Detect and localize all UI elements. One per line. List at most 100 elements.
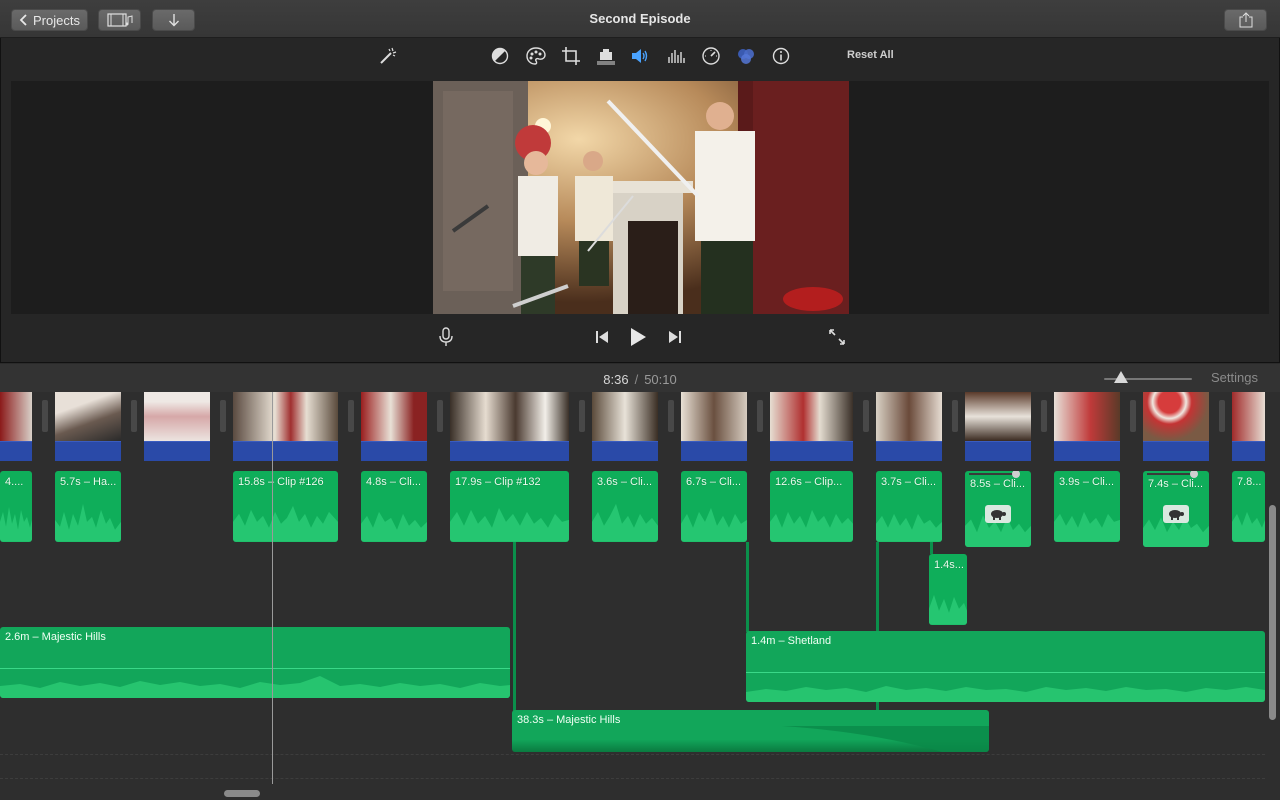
- clip-title-strip: [965, 441, 1031, 461]
- previous-icon[interactable]: [594, 327, 610, 347]
- clip-title-strip: [1232, 441, 1265, 461]
- clip-thumbnail[interactable]: [450, 392, 569, 441]
- music-clip[interactable]: 1.4m – Shetland: [746, 631, 1265, 702]
- waveform: [0, 676, 510, 698]
- transition-marker[interactable]: [863, 400, 869, 432]
- clip-thumbnail[interactable]: [876, 392, 942, 441]
- transition-marker[interactable]: [348, 400, 354, 432]
- viewer-panel: Reset All: [0, 38, 1280, 363]
- audio-clip[interactable]: 5.7s – Ha...: [55, 471, 121, 542]
- transition-marker[interactable]: [220, 400, 226, 432]
- next-icon[interactable]: [667, 327, 683, 347]
- audio-clip[interactable]: 6.7s – Cli...: [681, 471, 747, 542]
- clip-thumbnail[interactable]: [233, 392, 338, 441]
- transition-marker[interactable]: [579, 400, 585, 432]
- transition-marker[interactable]: [437, 400, 443, 432]
- clip-thumbnail[interactable]: [1054, 392, 1120, 441]
- crop-icon[interactable]: [561, 46, 581, 66]
- timeline[interactable]: 4.... 5.7s – Ha... 15.8s – Clip #126 4.8…: [0, 392, 1280, 800]
- audio-clip[interactable]: 17.9s – Clip #132: [450, 471, 569, 542]
- transition-marker[interactable]: [1041, 400, 1047, 432]
- audio-clip[interactable]: 3.7s – Cli...: [876, 471, 942, 542]
- audio-clip[interactable]: 3.6s – Cli...: [592, 471, 658, 542]
- color-palette-icon[interactable]: [526, 46, 546, 66]
- clip-thumbnail[interactable]: [0, 392, 32, 441]
- transition-marker[interactable]: [757, 400, 763, 432]
- clip-label: 3.9s – Cli...: [1059, 476, 1115, 488]
- clip-title-strip: [1143, 441, 1209, 461]
- playhead[interactable]: [272, 392, 273, 784]
- clip-thumbnail[interactable]: [1143, 392, 1209, 441]
- waveform: [1232, 512, 1265, 542]
- clip-label: 6.7s – Cli...: [686, 476, 742, 488]
- waveform: [681, 508, 747, 542]
- transition-marker[interactable]: [42, 400, 48, 432]
- magic-wand-icon[interactable]: [378, 46, 398, 66]
- transition-marker[interactable]: [1130, 400, 1136, 432]
- audio-clip[interactable]: 3.9s – Cli...: [1054, 471, 1120, 542]
- clip-thumbnail[interactable]: [361, 392, 427, 441]
- clip-label: 3.7s – Cli...: [881, 476, 937, 488]
- audio-clip[interactable]: 7.8...: [1232, 471, 1265, 542]
- zoom-slider-knob[interactable]: [1114, 371, 1128, 383]
- equalizer-icon[interactable]: [666, 46, 686, 66]
- audio-clip[interactable]: 4....: [0, 471, 32, 542]
- clip-thumbnail[interactable]: [1232, 392, 1265, 441]
- current-time: 8:36: [603, 372, 629, 387]
- audio-clip[interactable]: 4.8s – Cli...: [361, 471, 427, 542]
- clip-thumbnail[interactable]: [681, 392, 747, 441]
- timecode-separator: /: [634, 372, 639, 387]
- clip-title-strip: [876, 441, 942, 461]
- reset-all-button[interactable]: Reset All: [847, 49, 894, 61]
- transition-marker[interactable]: [668, 400, 674, 432]
- clip-label: 12.6s – Clip...: [775, 476, 843, 488]
- volume-icon[interactable]: [630, 46, 650, 66]
- music-clip[interactable]: 2.6m – Majestic Hills: [0, 627, 510, 698]
- info-icon[interactable]: [771, 46, 791, 66]
- vertical-scrollbar[interactable]: [1269, 505, 1276, 720]
- color-balance-icon[interactable]: [490, 46, 510, 66]
- speed-icon[interactable]: [701, 46, 721, 66]
- clip-thumbnail[interactable]: [770, 392, 853, 441]
- transition-marker[interactable]: [952, 400, 958, 432]
- clip-title-strip: [233, 441, 338, 461]
- turtle-icon: [985, 505, 1011, 523]
- fullscreen-icon[interactable]: [828, 327, 846, 347]
- audio-clip[interactable]: 15.8s – Clip #126: [233, 471, 338, 542]
- clip-label: 7.4s – Cli...: [1148, 478, 1204, 490]
- clip-thumbnail[interactable]: [592, 392, 658, 441]
- clip-label: 1.4s...: [934, 559, 964, 571]
- clip-thumbnail[interactable]: [55, 392, 121, 441]
- stabilization-icon[interactable]: [596, 46, 616, 66]
- window-title: Second Episode: [589, 11, 691, 26]
- clip-title-strip: [144, 441, 210, 461]
- share-icon: [1239, 12, 1252, 28]
- clip-title-strip: [0, 441, 32, 461]
- music-clip[interactable]: 38.3s – Majestic Hills: [512, 710, 989, 752]
- clip-connector: [746, 542, 749, 632]
- detached-audio-clip[interactable]: 1.4s...: [929, 554, 967, 625]
- video-preview[interactable]: [433, 81, 849, 314]
- audio-clip-slow-motion[interactable]: 8.5s – Cli...: [965, 471, 1031, 547]
- clip-title-strip: [592, 441, 658, 461]
- clip-thumbnail[interactable]: [965, 392, 1031, 441]
- transition-marker[interactable]: [1219, 400, 1225, 432]
- audio-clip-slow-motion[interactable]: 7.4s – Cli...: [1143, 471, 1209, 547]
- filter-icon[interactable]: [736, 46, 756, 66]
- waveform: [746, 686, 1265, 702]
- clip-thumbnail[interactable]: [144, 392, 210, 441]
- fade-out-curve: [782, 726, 989, 752]
- microphone-icon[interactable]: [438, 327, 454, 347]
- play-icon[interactable]: [628, 327, 648, 347]
- clip-label: 3.6s – Cli...: [597, 476, 653, 488]
- clip-label: 4....: [5, 476, 24, 488]
- audio-clip[interactable]: 12.6s – Clip...: [770, 471, 853, 542]
- clip-label: 17.9s – Clip #132: [455, 476, 541, 488]
- turtle-icon: [1163, 505, 1189, 523]
- horizontal-scrollbar[interactable]: [224, 790, 260, 797]
- timecode-display: 8:36 / 50:10: [0, 372, 1280, 387]
- clip-connector: [513, 542, 516, 712]
- settings-button[interactable]: Settings: [1211, 370, 1258, 385]
- share-button[interactable]: [1224, 9, 1267, 31]
- transition-marker[interactable]: [131, 400, 137, 432]
